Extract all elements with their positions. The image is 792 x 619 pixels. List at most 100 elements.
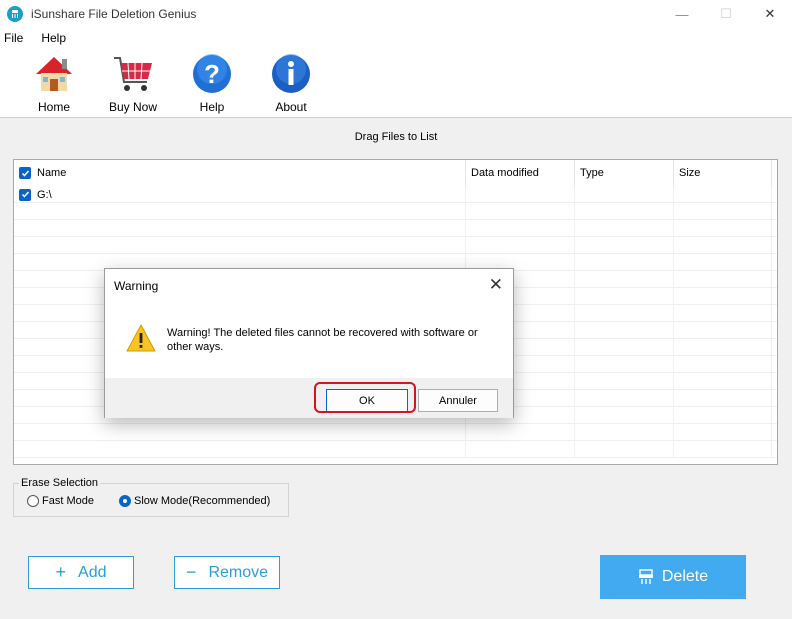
buy-now-button[interactable]: Buy Now <box>101 52 165 114</box>
empty-cell <box>466 237 575 254</box>
empty-cell <box>466 203 575 220</box>
empty-row <box>14 424 777 441</box>
about-label: About <box>275 100 307 114</box>
menu-bar: File Help <box>0 28 792 48</box>
remove-button-label: Remove <box>208 563 269 581</box>
home-icon <box>32 52 76 96</box>
plus-icon: + <box>55 562 67 582</box>
select-all-checkbox[interactable] <box>19 167 31 179</box>
empty-cell <box>14 220 466 237</box>
delete-button-label: Delete <box>661 568 709 585</box>
empty-cell <box>575 424 674 441</box>
info-icon <box>269 52 313 96</box>
ok-button-highlight <box>314 382 416 413</box>
table-row[interactable]: G:\ <box>14 186 777 203</box>
slow-mode-label: Slow Mode(Recommended) <box>134 495 271 507</box>
fast-mode-radio-dot <box>27 495 39 507</box>
row-modified-cell <box>466 186 575 203</box>
app-logo-icon <box>7 6 23 22</box>
empty-cell <box>575 254 674 271</box>
remove-button[interactable]: − Remove <box>174 556 280 589</box>
column-type-label: Type <box>580 167 604 179</box>
svg-text:?: ? <box>204 59 220 89</box>
help-button[interactable]: ? Help <box>180 52 244 114</box>
column-modified[interactable]: Data modified <box>466 160 575 186</box>
window-title: iSunshare File Deletion Genius <box>31 7 197 21</box>
erase-selection-legend: Erase Selection <box>19 477 101 489</box>
cancel-button[interactable]: Annuler <box>418 389 498 412</box>
slow-mode-radio[interactable]: Slow Mode(Recommended) <box>119 495 270 507</box>
about-button[interactable]: About <box>259 52 323 114</box>
empty-cell <box>674 322 772 339</box>
fast-mode-label: Fast Mode <box>42 495 94 507</box>
empty-cell <box>674 373 772 390</box>
maximize-button[interactable]: ☐ <box>704 0 748 28</box>
empty-cell <box>14 441 466 458</box>
row-checkbox[interactable] <box>19 188 31 201</box>
empty-row <box>14 441 777 458</box>
empty-cell <box>14 237 466 254</box>
minimize-button[interactable]: — <box>660 0 704 28</box>
dialog-message: Warning! The deleted files cannot be rec… <box>167 327 478 353</box>
menu-file[interactable]: File <box>0 31 27 45</box>
menu-help[interactable]: Help <box>37 31 70 45</box>
empty-cell <box>575 441 674 458</box>
column-size-label: Size <box>679 167 701 179</box>
empty-row <box>14 237 777 254</box>
empty-row <box>14 220 777 237</box>
shopping-cart-icon <box>111 52 155 96</box>
row-name-cell: G:\ <box>14 186 466 203</box>
slow-mode-radio-dot <box>119 495 131 507</box>
empty-cell <box>674 305 772 322</box>
column-modified-label: Data modified <box>471 167 539 179</box>
empty-cell <box>14 424 466 441</box>
empty-cell <box>466 441 575 458</box>
title-bar: iSunshare File Deletion Genius — ☐ ✕ <box>0 0 792 28</box>
empty-cell <box>674 288 772 305</box>
empty-cell <box>674 254 772 271</box>
column-name[interactable]: Name <box>14 160 466 186</box>
erase-selection-group: Erase Selection Fast Mode Slow Mode(Reco… <box>13 477 289 517</box>
buy-now-label: Buy Now <box>108 100 158 114</box>
empty-cell <box>674 203 772 220</box>
empty-cell <box>674 339 772 356</box>
empty-cell <box>575 356 674 373</box>
empty-cell <box>674 424 772 441</box>
empty-cell <box>466 424 575 441</box>
empty-cell <box>674 271 772 288</box>
empty-cell <box>575 373 674 390</box>
empty-cell <box>575 390 674 407</box>
empty-cell <box>14 203 466 220</box>
column-name-label: Name <box>37 167 67 179</box>
empty-cell <box>575 203 674 220</box>
empty-cell <box>674 441 772 458</box>
row-type-cell <box>575 186 674 203</box>
fast-mode-radio[interactable]: Fast Mode <box>27 495 94 507</box>
empty-cell <box>466 220 575 237</box>
close-window-button[interactable]: ✕ <box>748 0 792 28</box>
toolbar: Home Buy Now ? Help About <box>0 48 792 118</box>
empty-cell <box>674 237 772 254</box>
dialog-close-icon[interactable]: ✕ <box>489 275 503 295</box>
shredder-icon <box>638 569 654 585</box>
help-label: Help <box>199 100 225 114</box>
empty-cell <box>575 407 674 424</box>
empty-cell <box>575 305 674 322</box>
home-button[interactable]: Home <box>22 52 86 114</box>
empty-cell <box>575 339 674 356</box>
empty-cell <box>674 390 772 407</box>
empty-cell <box>575 288 674 305</box>
file-list-header: Name Data modified Type Size <box>14 160 777 186</box>
empty-cell <box>575 237 674 254</box>
minus-icon: − <box>185 562 197 582</box>
dialog-footer: OK Annuler <box>105 378 513 418</box>
empty-cell <box>674 356 772 373</box>
row-size-cell <box>674 186 772 203</box>
column-type[interactable]: Type <box>575 160 674 186</box>
delete-button[interactable]: Delete <box>600 555 746 599</box>
add-button[interactable]: + Add <box>28 556 134 589</box>
column-size[interactable]: Size <box>674 160 772 186</box>
add-button-label: Add <box>78 563 107 581</box>
empty-cell <box>575 271 674 288</box>
warning-icon <box>126 324 156 355</box>
